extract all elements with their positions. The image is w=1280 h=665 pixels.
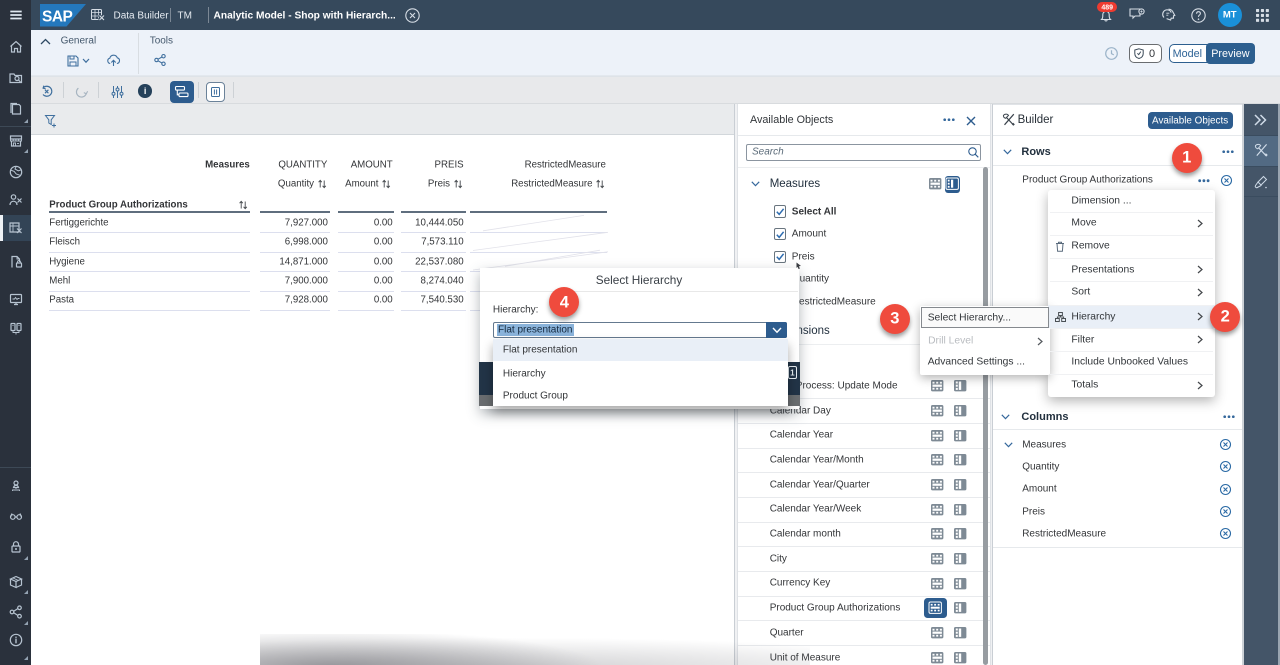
svg-text:SAP: SAP <box>42 9 73 26</box>
